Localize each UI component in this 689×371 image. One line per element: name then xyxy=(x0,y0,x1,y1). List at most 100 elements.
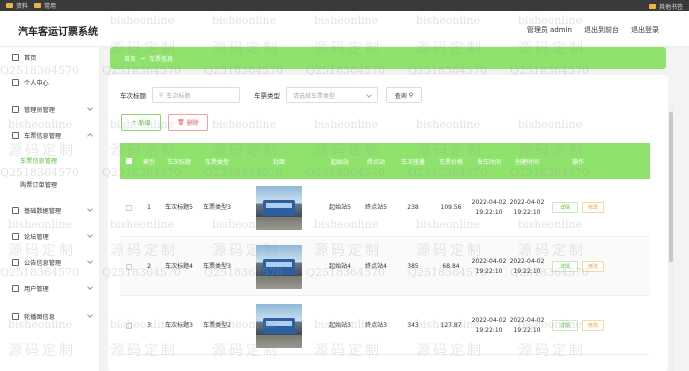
other-bookmarks[interactable]: 其他书签 xyxy=(648,2,683,11)
detail-button[interactable]: 详情 xyxy=(552,320,578,331)
cell-start: 起始站3 xyxy=(329,321,351,329)
sidebar-item-label: 论坛管理 xyxy=(24,233,49,241)
cell-type: 车票类型3 xyxy=(203,203,231,211)
header-start: 起始站 xyxy=(330,158,349,166)
query-button[interactable]: 查询 ⚲ xyxy=(386,87,422,103)
table-row: 2 车次标题4 车票类型3 起始站4 终点站4 385 68.84 2022-0… xyxy=(120,238,650,296)
header-seats: 车次座量 xyxy=(400,158,425,166)
notice-icon xyxy=(12,258,19,266)
breadcrumb-separator: → xyxy=(140,54,146,62)
chevron-down-icon xyxy=(87,105,93,111)
bookmark-item[interactable]: 常用 xyxy=(34,1,56,10)
cell-actions: 详情 修改 xyxy=(546,320,610,331)
select-all-cell[interactable] xyxy=(120,158,138,164)
bus-picture xyxy=(263,199,295,216)
folder-icon xyxy=(6,3,13,8)
sidebar-item-admin[interactable]: 管理员管理 xyxy=(0,102,100,116)
delete-button[interactable]: 🗑 删除 xyxy=(168,114,208,131)
admin-label[interactable]: 管理员 admin xyxy=(527,25,572,35)
sidebar-item-notice[interactable]: 公告信息管理 xyxy=(0,255,100,269)
cell-depart: 2022-04-02 19:22:10 xyxy=(471,198,507,216)
cell-price: 127.87 xyxy=(440,321,462,329)
sidebar-item-tickets[interactable]: 车票信息管理 xyxy=(0,128,100,142)
header-actions: 操作 xyxy=(571,158,584,166)
edit-button[interactable]: 修改 xyxy=(582,320,604,331)
other-bookmarks-label: 其他书签 xyxy=(658,4,683,11)
query-label: 查询 xyxy=(394,92,407,100)
sidebar-item-label: 基础数据管理 xyxy=(24,207,62,215)
title-search-input[interactable]: ⚲ 车次标题 xyxy=(152,87,240,103)
select-all-checkbox[interactable] xyxy=(126,158,132,164)
cell-created: 2022-04-02 19:22:10 xyxy=(509,198,545,216)
type-select[interactable]: 请选择车票类型 xyxy=(286,87,378,103)
edit-button[interactable]: 修改 xyxy=(582,261,604,272)
logout-link[interactable]: 退出登录 xyxy=(631,25,659,35)
cell-type: 车票类型2 xyxy=(203,321,231,329)
header-end: 终点站 xyxy=(366,158,385,166)
header-links: 管理员 admin 退出到前台 退出登录 xyxy=(527,25,659,35)
breadcrumb-home[interactable]: 首页 xyxy=(124,54,136,63)
cell-actions: 详情 修改 xyxy=(546,261,610,272)
bookmark-item[interactable]: 资料 xyxy=(6,1,28,10)
sidebar-sub-ticket-info[interactable]: 车票信息管理 xyxy=(20,156,57,165)
cover-image[interactable] xyxy=(256,185,302,230)
admin-icon xyxy=(12,105,19,113)
cell-index: 2 xyxy=(147,262,151,270)
detail-label: 详情 xyxy=(559,263,570,270)
cell-depart: 2022-04-02 19:22:10 xyxy=(471,257,507,275)
row-select[interactable] xyxy=(120,322,138,329)
header-depart: 发车时间 xyxy=(476,158,501,166)
type-label: 车票类型 xyxy=(254,92,280,100)
edit-button[interactable]: 修改 xyxy=(582,202,604,213)
cover-image[interactable] xyxy=(256,244,302,289)
detail-button[interactable]: 详情 xyxy=(552,202,578,213)
chevron-down-icon xyxy=(87,258,93,264)
header-title: 车次标题 xyxy=(166,158,191,166)
sidebar-item-profile[interactable]: 个人中心 xyxy=(0,75,100,89)
cell-end: 终点站5 xyxy=(365,203,387,211)
cell-price: 68.84 xyxy=(442,262,460,270)
title-placeholder: 车次标题 xyxy=(166,92,191,100)
detail-label: 详情 xyxy=(559,204,570,211)
header-price: 车票价格 xyxy=(438,158,463,166)
header-index: 索引 xyxy=(142,158,155,166)
row-checkbox[interactable] xyxy=(126,322,132,329)
cell-cover xyxy=(236,244,322,289)
delete-label: 删除 xyxy=(186,120,199,127)
cover-image[interactable] xyxy=(256,303,302,348)
cell-seats: 385 xyxy=(407,262,419,270)
table-row: 1 车次标题5 车票类型3 起始站5 终点站5 238 109.56 2022-… xyxy=(120,179,650,237)
trash-icon: 🗑 xyxy=(177,119,185,126)
cell-created: 2022-04-02 19:22:10 xyxy=(509,316,545,334)
sidebar-item-basedata[interactable]: 基础数据管理 xyxy=(0,203,100,217)
sidebar-item-label: 首页 xyxy=(24,54,37,62)
cell-actions: 详情 修改 xyxy=(546,202,610,213)
cell-title: 车次标题5 xyxy=(165,203,193,211)
front-link[interactable]: 退出到前台 xyxy=(584,25,619,35)
row-select[interactable] xyxy=(120,263,138,270)
sidebar-item-home[interactable]: 首页 xyxy=(0,50,100,64)
cell-end: 终点站3 xyxy=(365,321,387,329)
detail-button[interactable]: 详情 xyxy=(552,261,578,272)
scrollbar-thumb[interactable] xyxy=(669,112,673,262)
sidebar-item-carousel[interactable]: 轮播图信息 xyxy=(0,309,100,323)
bookmark-label: 资料 xyxy=(16,3,29,10)
home-icon xyxy=(12,53,19,61)
row-checkbox[interactable] xyxy=(126,263,132,270)
bookmarks-bar: 资料 常用 其他书签 xyxy=(0,0,689,11)
row-select[interactable] xyxy=(120,204,138,211)
header-created: 创建时间 xyxy=(514,158,539,166)
row-checkbox[interactable] xyxy=(126,204,132,211)
sidebar-item-forum[interactable]: 论坛管理 xyxy=(0,229,100,243)
breadcrumb: 首页 → 车票信息 xyxy=(110,47,666,69)
sidebar-sub-orders[interactable]: 购票订单管理 xyxy=(20,180,57,189)
chevron-down-icon xyxy=(87,284,93,290)
header-type: 车票类型 xyxy=(204,158,229,166)
cell-type: 车票类型3 xyxy=(203,262,231,270)
add-button[interactable]: + 新增 xyxy=(121,114,161,131)
cell-cover xyxy=(236,303,322,348)
sidebar-item-users[interactable]: 用户管理 xyxy=(0,281,100,295)
main-content: 首页 → 车票信息 车次标题 ⚲ 车次标题 车票类型 请选择车票类型 查询 ⚲ … xyxy=(108,47,668,371)
breadcrumb-current: 车票信息 xyxy=(149,55,174,63)
detail-label: 详情 xyxy=(559,322,570,329)
